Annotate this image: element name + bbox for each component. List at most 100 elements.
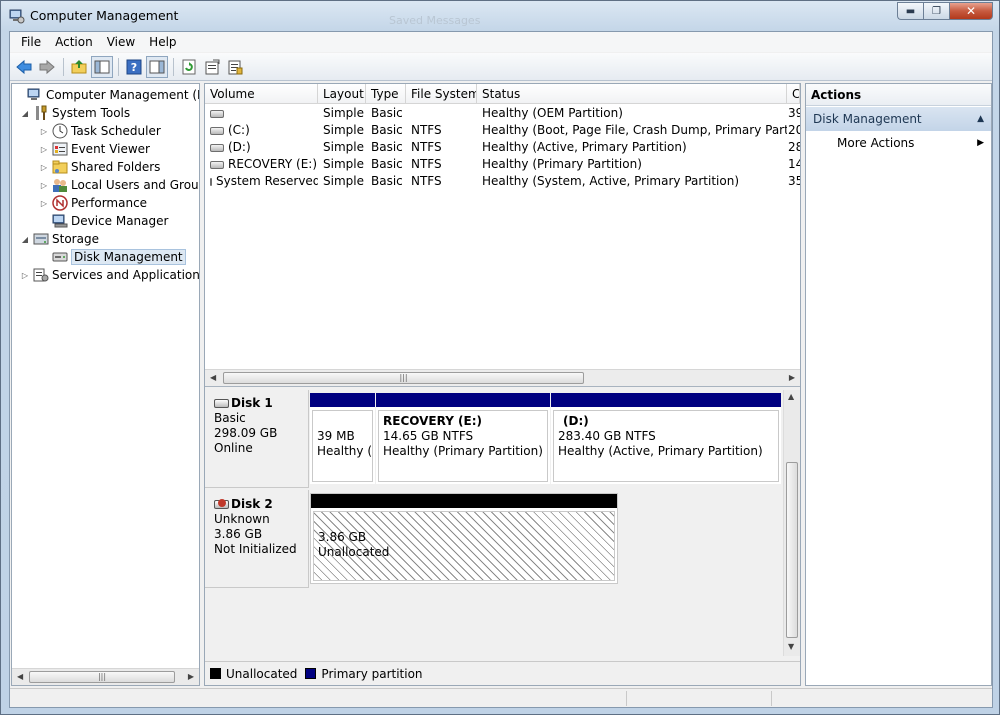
performance-icon (52, 195, 68, 211)
tree-item-local-users[interactable]: ▷ Local Users and Groups (39, 176, 200, 194)
cell-file-system: NTFS (411, 157, 442, 171)
disk-1-type: Basic (214, 411, 246, 425)
table-row[interactable]: Simple Basic Healthy (OEM Partition) 39 (205, 105, 800, 122)
toolbar-separator (118, 57, 119, 76)
cell-capacity: 35 (788, 174, 800, 188)
column-header-capacity[interactable]: C (787, 84, 800, 104)
expand-arrow-icon[interactable]: ▷ (20, 271, 30, 280)
volume-list: Volume Layout Type File System Status C … (205, 84, 800, 387)
scroll-right-arrow-icon[interactable]: ▶ (188, 672, 194, 681)
tree-item-storage[interactable]: ◢ Storage (20, 230, 99, 248)
menu-action[interactable]: Action (48, 35, 100, 49)
help-button[interactable]: ? (123, 56, 145, 78)
toolbar: ? (10, 53, 992, 81)
cell-file-system: NTFS (411, 140, 442, 154)
partition-status: Healthy (( (317, 444, 373, 458)
back-icon (16, 59, 32, 74)
volume-list-horizontal-scrollbar[interactable]: ◀ ||| ▶ (205, 369, 800, 386)
column-header-status[interactable]: Status (477, 84, 787, 104)
scroll-right-arrow-icon[interactable]: ▶ (789, 373, 795, 382)
up-folder-button[interactable] (68, 56, 90, 78)
collapse-arrow-icon[interactable]: ◢ (20, 235, 30, 244)
scroll-left-arrow-icon[interactable]: ◀ (17, 672, 23, 681)
disk-1-partitions: 39 MB Healthy (( RECOVERY (E:) 14.65 GB … (310, 393, 781, 484)
tree-item-task-scheduler[interactable]: ▷ Task Scheduler (39, 122, 161, 140)
tree-item-services-applications[interactable]: ▷ Services and Applications (20, 266, 199, 284)
collapse-up-icon[interactable]: ▲ (977, 107, 984, 131)
column-header-layout[interactable]: Layout (318, 84, 366, 104)
tree-item-disk-management[interactable]: Disk Management (39, 248, 186, 266)
close-button[interactable]: ✕ (949, 2, 993, 20)
column-header-file-system[interactable]: File System (406, 84, 477, 104)
menu-file[interactable]: File (14, 35, 48, 49)
expand-arrow-icon[interactable]: ▷ (39, 163, 49, 172)
partition-d[interactable]: (D:) 283.40 GB NTFS Healthy (Active, Pri… (551, 393, 781, 484)
properties-button[interactable] (201, 56, 223, 78)
maximize-button[interactable]: ❐ (923, 2, 949, 20)
tree-item-shared-folders[interactable]: ▷ Shared Folders (39, 158, 160, 176)
restore-icon: ❐ (932, 5, 941, 17)
disk-view-vertical-scrollbar[interactable]: ▲ ▼ (783, 390, 800, 656)
drive-icon (210, 177, 212, 186)
menu-help[interactable]: Help (142, 35, 183, 49)
tree-label: Local Users and Groups (71, 178, 200, 192)
disk-1-name: Disk 1 (214, 396, 308, 411)
partition-recovery[interactable]: RECOVERY (E:) 14.65 GB NTFS Healthy (Pri… (376, 393, 550, 484)
drive-icon (210, 160, 224, 169)
export-list-button[interactable] (224, 56, 246, 78)
volume-list-header: Volume Layout Type File System Status C (205, 84, 800, 104)
expand-arrow-icon[interactable]: ▷ (39, 127, 49, 136)
client-area: File Action View Help ? Computer Managem… (9, 31, 993, 708)
refresh-button[interactable] (178, 56, 200, 78)
scrollbar-thumb[interactable] (786, 462, 798, 638)
unallocated-space[interactable]: 3.86 GB Unallocated (311, 494, 617, 583)
partition-bar (310, 393, 375, 407)
shared-folder-icon (52, 160, 68, 174)
collapse-arrow-icon[interactable]: ◢ (20, 109, 30, 118)
table-row[interactable]: System Reserved Simple Basic NTFS Health… (205, 173, 800, 190)
expand-arrow-icon[interactable]: ▷ (39, 145, 49, 154)
tree-item-event-viewer[interactable]: ▷ Event Viewer (39, 140, 150, 158)
show-hide-action-pane-button[interactable] (146, 55, 168, 78)
partition-oem[interactable]: 39 MB Healthy (( (310, 393, 375, 484)
scroll-up-arrow-icon[interactable]: ▲ (788, 392, 794, 401)
cell-type: Basic (371, 174, 403, 188)
back-button[interactable] (13, 56, 35, 78)
actions-section-disk-management[interactable]: Disk Management ▲ (806, 107, 991, 131)
table-row[interactable]: RECOVERY (E:) Simple Basic NTFS Healthy … (205, 156, 800, 173)
expand-arrow-icon[interactable]: ▷ (39, 181, 49, 190)
forward-button[interactable] (36, 56, 58, 78)
cell-status: Healthy (System, Active, Primary Partiti… (482, 174, 740, 188)
cell-status: Healthy (OEM Partition) (482, 106, 623, 120)
scroll-down-arrow-icon[interactable]: ▼ (788, 642, 794, 651)
scrollbar-thumb[interactable]: ||| (29, 671, 175, 683)
tree-label: Event Viewer (71, 142, 150, 156)
scroll-left-arrow-icon[interactable]: ◀ (210, 373, 216, 382)
table-row[interactable]: (D:) Simple Basic NTFS Healthy (Active, … (205, 139, 800, 156)
scrollbar-thumb[interactable]: ||| (223, 372, 584, 384)
partition-size: 14.65 GB NTFS (383, 429, 474, 443)
title-bar[interactable]: Computer Management Saved Messages ▬ ❐ ✕ (1, 1, 999, 31)
tree-label: Shared Folders (71, 160, 161, 174)
expand-arrow-icon[interactable]: ▷ (39, 199, 49, 208)
disk-1-info[interactable]: Disk 1 Basic 298.09 GB Online (205, 390, 309, 488)
more-actions-item[interactable]: More Actions ▶ (806, 131, 991, 155)
tree-item-computer-management[interactable]: Computer Management (Local (14, 86, 199, 104)
tree-item-performance[interactable]: ▷ Performance (39, 194, 147, 212)
partition-size: 283.40 GB NTFS (558, 429, 656, 443)
disk-2-info[interactable]: Disk 2 Unknown 3.86 GB Not Initialized (205, 490, 309, 588)
minimize-button[interactable]: ▬ (897, 2, 923, 20)
tree-item-device-manager[interactable]: Device Manager (39, 212, 168, 230)
cell-file-system: NTFS (411, 174, 442, 188)
toolbar-separator (173, 57, 174, 76)
show-hide-tree-button[interactable] (91, 55, 113, 78)
tree-item-system-tools[interactable]: ◢ System Tools (20, 104, 130, 122)
column-header-type[interactable]: Type (366, 84, 406, 104)
column-header-volume[interactable]: Volume (205, 84, 318, 104)
menu-view[interactable]: View (100, 35, 142, 49)
tree-horizontal-scrollbar[interactable]: ◀ ||| ▶ (12, 668, 199, 685)
legend-unallocated: Unallocated (226, 666, 298, 681)
table-row[interactable]: (C:) Simple Basic NTFS Healthy (Boot, Pa… (205, 122, 800, 139)
cell-layout: Simple (323, 157, 364, 171)
disk-icon (214, 399, 229, 408)
